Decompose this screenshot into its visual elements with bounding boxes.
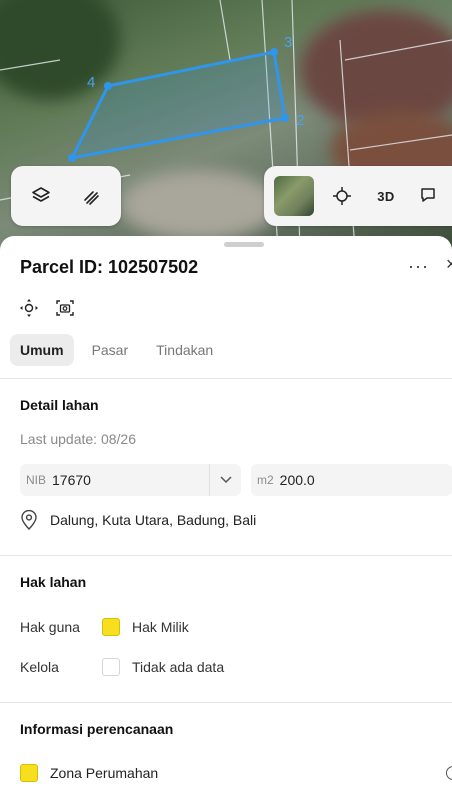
rights-section-title: Hak lahan bbox=[20, 574, 87, 590]
tab-bar: Umum Pasar Tindakan bbox=[10, 334, 223, 366]
draw-button[interactable] bbox=[69, 174, 113, 218]
kelola-swatch bbox=[102, 658, 120, 676]
location-text: Dalung, Kuta Utara, Badung, Bali bbox=[50, 512, 257, 528]
3d-button[interactable]: 3D bbox=[364, 174, 408, 218]
tab-tindakan[interactable]: Tindakan bbox=[146, 334, 223, 366]
vertex-label-4: 4 bbox=[87, 74, 96, 91]
area-value: 200.0 bbox=[279, 472, 315, 488]
info-icon[interactable] bbox=[446, 766, 452, 780]
draw-icon bbox=[84, 191, 99, 205]
parcel-sheet: Parcel ID: 102507502 ··· × Umum Pasar Ti… bbox=[0, 236, 452, 804]
vertex-label-2: 2 bbox=[296, 112, 305, 129]
last-update-text: Last update: 08/26 bbox=[20, 431, 136, 447]
tab-umum[interactable]: Umum bbox=[10, 334, 74, 366]
detail-section-title: Detail lahan bbox=[20, 397, 99, 413]
feedback-button[interactable] bbox=[408, 174, 452, 218]
area-field[interactable]: m2 200.0 bbox=[251, 464, 452, 496]
more-options-button[interactable]: ··· bbox=[408, 256, 429, 277]
tab-pasar[interactable]: Pasar bbox=[82, 334, 139, 366]
nib-value: 17670 bbox=[52, 472, 91, 488]
satellite-thumbnail[interactable] bbox=[274, 176, 314, 216]
locate-button[interactable] bbox=[320, 174, 364, 218]
location-pin-icon bbox=[21, 510, 37, 530]
map-tools-left bbox=[11, 166, 121, 226]
parcel-polygon bbox=[69, 50, 287, 161]
zone-swatch bbox=[20, 764, 38, 782]
hak-guna-value: Hak Milik bbox=[132, 619, 189, 635]
crosshair-icon bbox=[333, 187, 351, 205]
feedback-icon bbox=[421, 188, 435, 202]
layers-icon bbox=[32, 187, 50, 202]
hak-guna-swatch bbox=[102, 618, 120, 636]
map-tools-right: 3D bbox=[264, 166, 452, 226]
kelola-label: Kelola bbox=[20, 659, 59, 675]
close-button[interactable]: × bbox=[446, 254, 452, 275]
kelola-row: Kelola Tidak ada data bbox=[20, 658, 224, 676]
divider bbox=[0, 378, 452, 379]
zone-label: Zona Perumahan bbox=[50, 765, 159, 781]
divider bbox=[0, 702, 452, 703]
parcel-actions bbox=[18, 297, 76, 319]
zoom-to-parcel-icon[interactable] bbox=[18, 297, 40, 319]
zone-row: Zona Perumahan bbox=[20, 764, 158, 782]
nib-field[interactable]: NIB 17670 bbox=[20, 464, 241, 496]
area-prefix: m2 bbox=[257, 473, 274, 487]
screenshot-icon[interactable] bbox=[54, 297, 76, 319]
location-row: Dalung, Kuta Utara, Badung, Bali bbox=[20, 510, 256, 530]
nib-prefix: NIB bbox=[26, 473, 47, 487]
map-view[interactable]: 3 4 2 3D bbox=[0, 0, 452, 250]
hak-guna-label: Hak guna bbox=[20, 619, 80, 635]
vertex-label-3: 3 bbox=[284, 34, 293, 51]
chevron-down-icon[interactable] bbox=[209, 464, 241, 496]
divider bbox=[0, 555, 452, 556]
planning-section-title: Informasi perencanaan bbox=[20, 721, 174, 737]
kelola-value: Tidak ada data bbox=[132, 659, 225, 675]
parcel-title: Parcel ID: 102507502 bbox=[20, 257, 199, 277]
sheet-drag-handle[interactable] bbox=[224, 242, 264, 247]
hak-guna-row: Hak guna Hak Milik bbox=[20, 618, 189, 636]
layers-button[interactable] bbox=[19, 174, 63, 218]
